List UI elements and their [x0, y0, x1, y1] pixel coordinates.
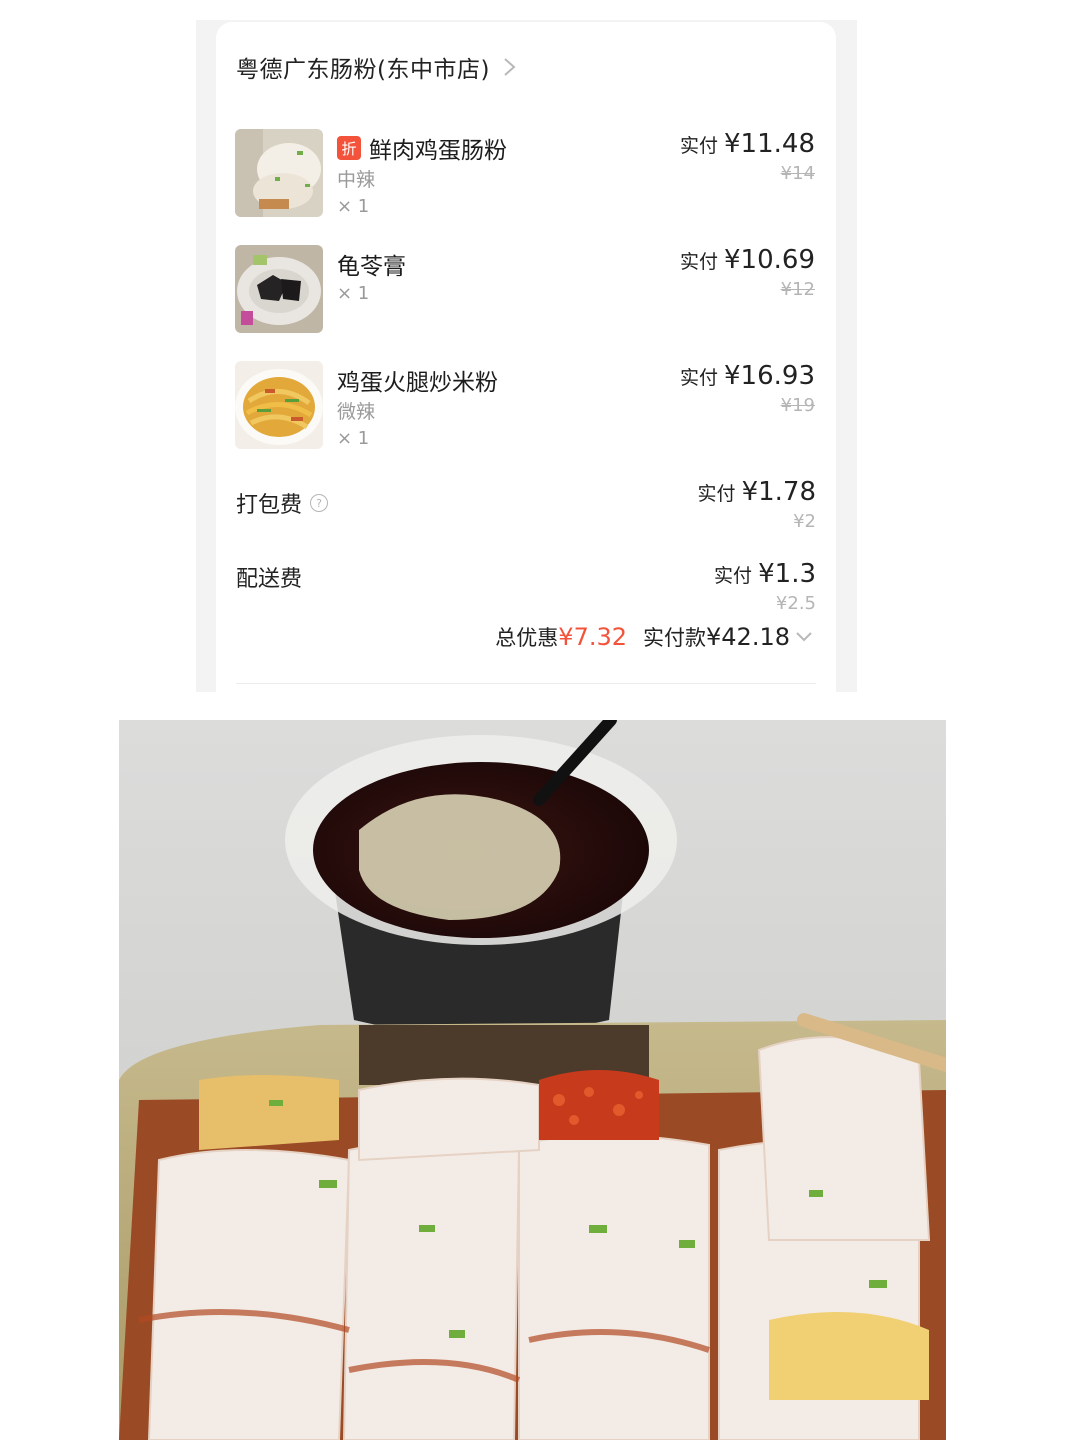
- discount-badge: 折: [337, 136, 361, 160]
- paid-label: 实付: [679, 251, 718, 273]
- fee-label: 配送费: [236, 567, 303, 592]
- divider: [236, 683, 816, 684]
- item-quantity: × 1: [337, 283, 370, 304]
- paid-label: 实付: [697, 483, 736, 505]
- item-name: 鸡蛋火腿炒米粉: [337, 370, 498, 396]
- original-price: ¥19: [780, 395, 815, 416]
- order-card: 粤德广东肠粉(东中市店) 折 鲜肉鸡蛋肠粉 中辣 × 1 实付 ¥11.48 ¥…: [216, 22, 836, 692]
- fee-label: 打包费: [236, 493, 303, 518]
- question-circle-icon[interactable]: ?: [310, 494, 329, 512]
- order-item[interactable]: 折 鲜肉鸡蛋肠粉 中辣 × 1 实付 ¥11.48 ¥14: [235, 129, 815, 219]
- chevron-right-icon: [504, 58, 516, 76]
- paid-label: 实付: [714, 565, 753, 587]
- order-item[interactable]: 龟苓膏 × 1 实付 ¥10.69 ¥12: [235, 245, 815, 335]
- paid-amount: ¥16.93: [724, 361, 815, 391]
- item-thumbnail: [235, 245, 323, 333]
- food-photo: [119, 720, 946, 1440]
- item-quantity: × 1: [337, 428, 370, 449]
- item-thumbnail: [235, 129, 323, 217]
- paid-amount: ¥1.3: [758, 559, 816, 589]
- item-spec: 中辣: [337, 169, 376, 191]
- original-price: ¥12: [780, 279, 815, 300]
- original-price: ¥2: [793, 511, 816, 532]
- order-item[interactable]: 鸡蛋火腿炒米粉 微辣 × 1 实付 ¥16.93 ¥19: [235, 361, 815, 451]
- fee-paid: 实付 ¥1.78: [698, 477, 817, 507]
- store-name: 粤德广东肠粉(东中市店): [236, 57, 490, 83]
- total-amount: ¥42.18: [706, 623, 790, 651]
- total-label: 实付款: [643, 626, 707, 650]
- store-header[interactable]: 粤德广东肠粉(东中市店): [236, 50, 518, 84]
- item-name: 龟苓膏: [337, 254, 406, 280]
- item-quantity: × 1: [337, 196, 370, 217]
- item-name: 鲜肉鸡蛋肠粉: [369, 138, 507, 164]
- item-paid: 实付 ¥10.69: [680, 245, 815, 275]
- discount-label: 总优惠: [495, 626, 559, 650]
- paid-label: 实付: [679, 367, 718, 389]
- paid-amount: ¥10.69: [724, 245, 815, 275]
- order-screenshot: 粤德广东肠粉(东中市店) 折 鲜肉鸡蛋肠粉 中辣 × 1 实付 ¥11.48 ¥…: [196, 20, 857, 692]
- item-thumbnail: [235, 361, 323, 449]
- original-price: ¥14: [780, 163, 815, 184]
- original-price: ¥2.5: [775, 593, 816, 614]
- paid-label: 实付: [679, 135, 718, 157]
- order-summary[interactable]: 总优惠 ¥7.32 实付款 ¥42.18: [495, 622, 814, 652]
- chevron-down-icon[interactable]: [794, 630, 814, 644]
- item-spec: 微辣: [337, 401, 376, 423]
- discount-amount: ¥7.32: [558, 623, 628, 651]
- item-paid: 实付 ¥16.93: [680, 361, 815, 391]
- item-paid: 实付 ¥11.48: [680, 129, 815, 159]
- fee-paid: 实付 ¥1.3: [714, 559, 816, 589]
- paid-amount: ¥1.78: [741, 477, 816, 507]
- paid-amount: ¥11.48: [724, 129, 815, 159]
